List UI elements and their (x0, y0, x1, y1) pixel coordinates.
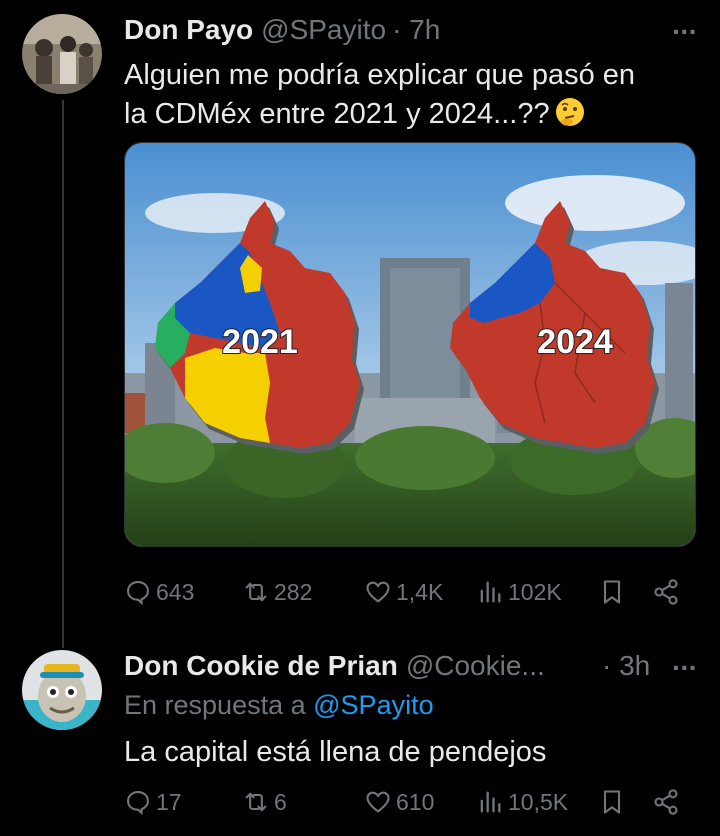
reply-more-options-icon[interactable]: ··· (672, 652, 698, 684)
share-icon (654, 789, 678, 815)
replying-to-mention[interactable]: @SPayito (313, 690, 433, 720)
tweet-text: Alguien me podría explicar que pasó en l… (124, 56, 635, 134)
reply-actions: 17 6 610 10,5K (124, 788, 694, 828)
tweet-time[interactable]: · 7h (392, 14, 440, 46)
thread-connector-line (62, 100, 64, 648)
tweet-text-line1: Alguien me podría explicar que pasó en (124, 59, 636, 91)
retweet-count: 282 (274, 578, 313, 605)
like-button[interactable]: 1,4K (364, 578, 443, 606)
reply-author-name[interactable]: Don Cookie de Prian (124, 650, 398, 682)
share-icon (654, 579, 678, 605)
reply-time-wrap: · 3h (596, 650, 650, 682)
replying-to-label: En respuesta a (124, 690, 306, 720)
heart-icon (366, 581, 390, 603)
bookmark-icon (603, 790, 621, 814)
views-button[interactable]: 102K (476, 578, 562, 606)
reply-icon (127, 791, 149, 816)
reply-header: Don Cookie de Prian @Cookie... (124, 650, 545, 682)
avatar-don-payo[interactable] (22, 14, 102, 94)
reply-views-count: 10,5K (508, 788, 569, 815)
author-name[interactable]: Don Payo (124, 14, 253, 46)
retweet-button[interactable]: 282 (242, 578, 312, 606)
reply-reply-button[interactable]: 17 (124, 788, 182, 816)
reply-reply-count: 17 (156, 788, 182, 815)
reply-like-button[interactable]: 610 (364, 788, 434, 816)
map-label-2024: 2024 (537, 323, 613, 361)
reply-like-count: 610 (396, 788, 435, 815)
avatar-don-cookie[interactable] (22, 650, 102, 730)
reply-retweet-button[interactable]: 6 (242, 788, 287, 816)
tweet-actions: 643 282 1,4K 102K (124, 578, 694, 618)
views-count: 102K (508, 578, 562, 605)
replying-to: En respuesta a @SPayito (124, 690, 434, 721)
reply-icon (127, 581, 149, 606)
views-chart-icon (480, 791, 501, 813)
bookmark-button[interactable] (598, 578, 626, 606)
reply-count: 643 (156, 578, 195, 605)
tweet-header: Don Payo @SPayito · 7h (124, 14, 440, 46)
reply-views-button[interactable]: 10,5K (476, 788, 568, 816)
reply-time[interactable]: · 3h (602, 650, 650, 682)
tweet-text-line2: la CDMéx entre 2021 y 2024...?? (124, 98, 550, 130)
like-count: 1,4K (396, 578, 444, 605)
map-label-2021: 2021 (222, 323, 298, 361)
retweet-icon (245, 582, 267, 602)
thinking-face-icon (555, 98, 584, 126)
reply-button[interactable]: 643 (124, 578, 194, 606)
reply-retweet-count: 6 (274, 788, 287, 815)
tweet-image[interactable]: 2021 2024 (124, 142, 696, 547)
reply-author-handle[interactable]: @Cookie... (406, 650, 545, 682)
retweet-icon (245, 792, 267, 812)
reply-share-button[interactable] (652, 788, 680, 816)
heart-icon (366, 791, 390, 813)
more-options-icon[interactable]: ··· (672, 16, 698, 48)
reply-text: La capital está llena de pendejos (124, 736, 547, 768)
reply-bookmark-button[interactable] (598, 788, 626, 816)
author-handle[interactable]: @SPayito (261, 14, 386, 46)
share-button[interactable] (652, 578, 680, 606)
bookmark-icon (603, 580, 621, 604)
views-chart-icon (480, 581, 501, 603)
